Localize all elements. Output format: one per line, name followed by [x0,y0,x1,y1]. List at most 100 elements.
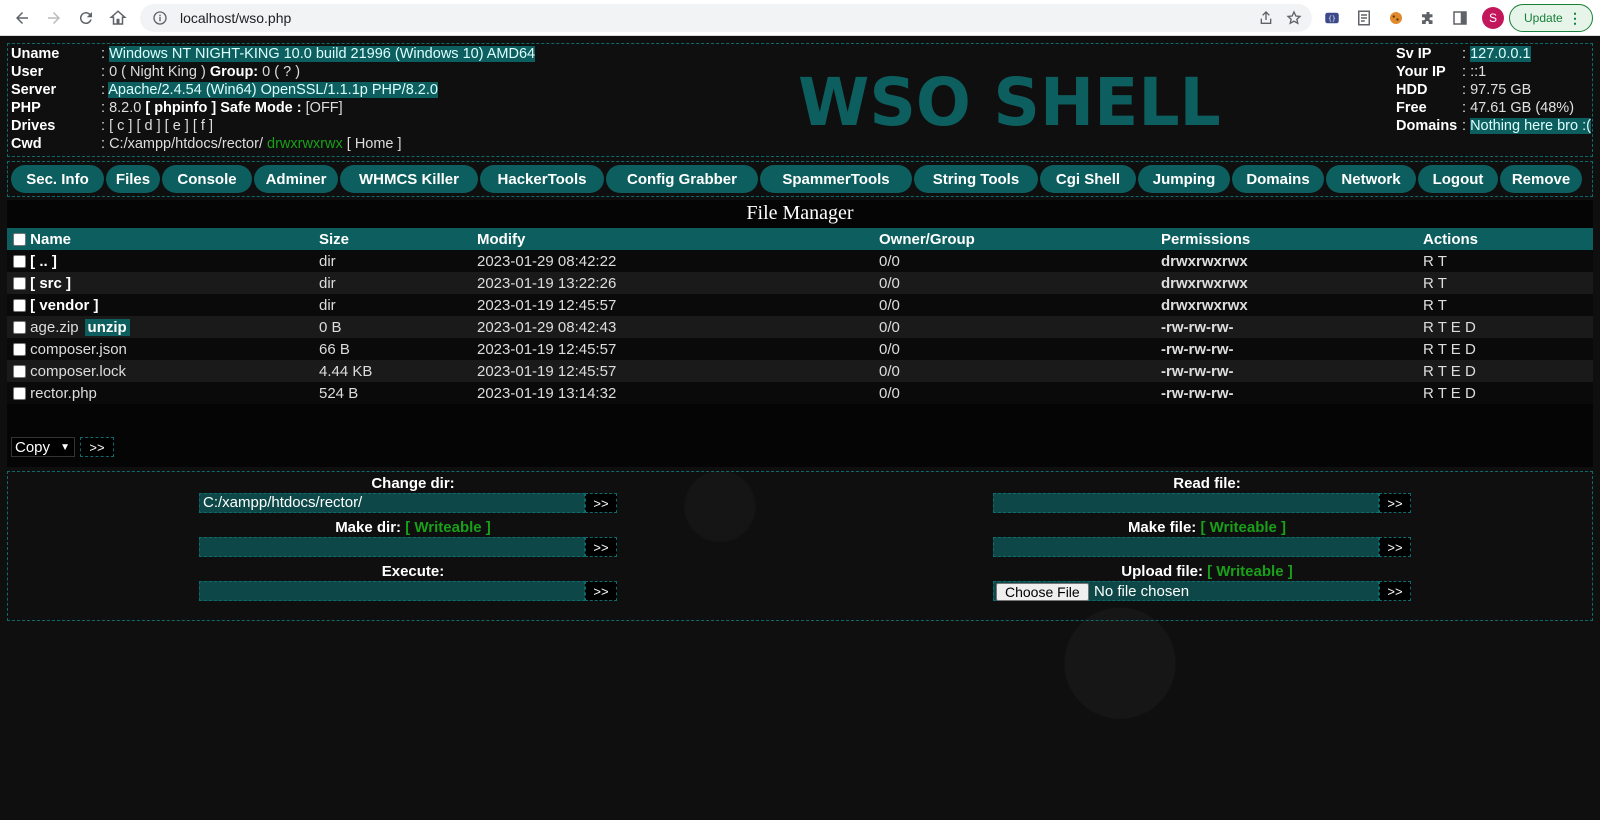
file-size: 524 B [319,382,477,404]
svg-text:{}: {} [1328,15,1336,22]
file-name[interactable]: [ vendor ] [30,297,98,314]
extensions-puzzle-icon[interactable] [1418,8,1438,28]
choose-file-button[interactable]: Choose File [996,583,1089,601]
menu-string-tools[interactable]: String Tools [914,165,1038,193]
free-value: 47.61 GB (48%) [1470,100,1575,116]
col-size[interactable]: Size [319,228,477,250]
menu-remove[interactable]: Remove [1500,165,1582,193]
back-icon[interactable] [6,2,38,34]
execute-label: Execute: [203,563,623,580]
file-permissions[interactable]: -rw-rw-rw- [1161,360,1423,382]
file-permissions[interactable]: -rw-rw-rw- [1161,338,1423,360]
file-permissions[interactable]: drwxrwxrwx [1161,250,1423,272]
menu-cgi-shell[interactable]: Cgi Shell [1040,165,1136,193]
row-checkbox[interactable] [13,365,26,379]
bookmark-star-icon[interactable] [1286,10,1302,26]
tools-forms-panel: Change dir: C:/xampp/htdocs/rector/ >> M… [7,471,1593,621]
menu-sec-info[interactable]: Sec. Info [11,165,104,193]
upload-file-go-button[interactable]: >> [1379,581,1411,601]
update-button[interactable]: Update ⋮ [1509,4,1593,32]
menu-console[interactable]: Console [162,165,252,193]
extension-json-icon[interactable]: {} [1322,8,1342,28]
address-bar[interactable]: localhost/wso.php [140,4,1312,32]
file-permissions[interactable]: drwxrwxrwx [1161,294,1423,316]
row-checkbox[interactable] [13,255,26,269]
file-manager-panel: File Manager Name Size Modify Owner/Grou… [7,200,1593,467]
unzip-link[interactable]: unzip [84,318,130,336]
make-file-input[interactable] [993,537,1379,557]
info-row-php: PHP : 8.2.0 [ phpinfo ] Safe Mode : [OFF… [11,99,535,117]
file-actions[interactable]: R T E D [1423,360,1593,382]
file-actions[interactable]: R T [1423,272,1593,294]
make-file-go-button[interactable]: >> [1379,537,1411,557]
chevron-down-icon: ▼ [60,441,70,453]
menu-whmcs-killer[interactable]: WHMCS Killer [340,165,478,193]
side-panel-icon[interactable] [1450,8,1470,28]
file-size: dir [319,294,477,316]
bulk-action-select[interactable]: Copy ▼ [11,437,75,457]
file-name[interactable]: composer.json [30,341,127,358]
forward-icon[interactable] [38,2,70,34]
menu-logout[interactable]: Logout [1418,165,1498,193]
row-checkbox[interactable] [13,277,26,291]
menu-spammer-tools[interactable]: SpammerTools [760,165,912,193]
profile-avatar[interactable]: S [1482,7,1504,29]
bulk-action-go-button[interactable]: >> [80,437,114,457]
file-permissions[interactable]: -rw-rw-rw- [1161,316,1423,338]
file-name[interactable]: [ src ] [30,275,71,292]
read-file-input[interactable] [993,493,1379,513]
reader-icon[interactable] [1354,8,1374,28]
menu-domains[interactable]: Domains [1232,165,1324,193]
col-name-label[interactable]: Name [30,231,71,248]
row-checkbox[interactable] [13,343,26,357]
menu-network[interactable]: Network [1326,165,1416,193]
execute-go-button[interactable]: >> [585,581,617,601]
file-actions[interactable]: R T E D [1423,382,1593,404]
change-dir-input[interactable]: C:/xampp/htdocs/rector/ [199,493,585,513]
site-info-icon[interactable] [152,10,168,26]
srv-row-domains: Domains: Nothing here bro :( [1396,117,1591,135]
menu-jumping[interactable]: Jumping [1138,165,1230,193]
extension-cookie-icon[interactable] [1386,8,1406,28]
group-label: Group: [209,64,259,80]
file-table: Name Size Modify Owner/Group Permissions… [7,228,1593,404]
menu-files[interactable]: Files [106,165,160,193]
file-name[interactable]: composer.lock [30,363,126,380]
menu-hacker-tools[interactable]: HackerTools [480,165,604,193]
home-icon[interactable] [102,2,134,34]
share-icon[interactable] [1258,10,1274,26]
file-permissions[interactable]: drwxrwxrwx [1161,272,1423,294]
menu-adminer[interactable]: Adminer [254,165,338,193]
col-owner-group[interactable]: Owner/Group [879,228,1161,250]
file-actions[interactable]: R T E D [1423,338,1593,360]
change-dir-go-button[interactable]: >> [585,493,617,513]
row-checkbox[interactable] [13,321,26,335]
menu-kebab-icon[interactable]: ⋮ [1568,11,1582,25]
file-name[interactable]: rector.php [30,385,97,402]
select-all-checkbox[interactable] [13,233,26,247]
execute-input[interactable] [199,581,585,601]
file-actions[interactable]: R T [1423,250,1593,272]
file-name[interactable]: [ .. ] [30,253,57,270]
row-checkbox[interactable] [13,299,26,313]
file-permissions[interactable]: -rw-rw-rw- [1161,382,1423,404]
file-name[interactable]: age.zip [30,319,78,336]
phpinfo-link[interactable]: [ phpinfo ] [145,100,216,116]
menu-config-grabber[interactable]: Config Grabber [606,165,758,193]
read-file-label: Read file: [997,475,1417,492]
cwd-path[interactable]: C:/xampp/htdocs/rector/ [109,136,267,152]
row-checkbox[interactable] [13,387,26,401]
file-manager-title: File Manager [746,202,854,224]
home-link[interactable]: [ Home ] [343,136,402,152]
make-dir-input[interactable] [199,537,585,557]
make-dir-go-button[interactable]: >> [585,537,617,557]
reload-icon[interactable] [70,2,102,34]
domains-label: Domains [1396,118,1458,134]
col-modify[interactable]: Modify [477,228,879,250]
file-actions[interactable]: R T [1423,294,1593,316]
file-actions[interactable]: R T E D [1423,316,1593,338]
read-file-go-button[interactable]: >> [1379,493,1411,513]
col-name: Name [7,228,319,250]
drive-links[interactable]: [ c ] [ d ] [ e ] [ f ] [109,118,213,134]
col-permissions[interactable]: Permissions [1161,228,1423,250]
